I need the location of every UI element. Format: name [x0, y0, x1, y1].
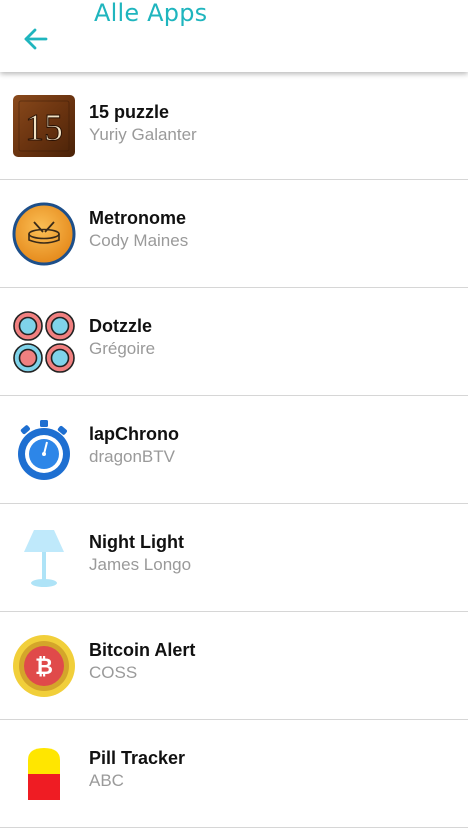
svg-text:₿: ₿ [35, 655, 53, 680]
app-name: lapChrono [89, 424, 179, 444]
app-author: dragonBTV [89, 447, 175, 466]
metronome-drum-icon [12, 202, 76, 265]
app-name: Pill Tracker [89, 748, 186, 768]
app-name: Dotzzle [89, 316, 152, 336]
page-title: Alle Apps [94, 0, 208, 27]
puzzle-15-icon: 15 [13, 94, 75, 157]
list-item[interactable]: 15 15 puzzle Yuriy Galanter [0, 72, 468, 180]
app-name: Bitcoin Alert [89, 640, 196, 660]
app-author: Grégoire [89, 339, 156, 358]
app-author: ABC [89, 771, 124, 790]
pill-icon [28, 747, 60, 800]
list-item[interactable]: Metronome Cody Maines [0, 180, 468, 288]
app-author: Cody Maines [89, 231, 189, 250]
app-author: COSS [89, 663, 138, 682]
list-item[interactable]: ₿ Bitcoin Alert COSS [0, 612, 468, 720]
dotzzle-circles-icon [13, 310, 75, 373]
app-name: 15 puzzle [89, 102, 170, 122]
list-item[interactable]: Pill Tracker ABC [0, 720, 468, 828]
bitcoin-icon: ₿ [13, 634, 75, 697]
list-item[interactable]: Night Light James Longo [0, 504, 468, 612]
app-name: Night Light [89, 532, 184, 552]
svg-text:15: 15 [25, 107, 63, 149]
app-list: 15 15 puzzle Yuriy Galanter Metronome Co… [0, 72, 468, 828]
app-author: James Longo [89, 555, 192, 574]
stopwatch-icon [18, 419, 70, 480]
back-arrow-icon[interactable] [18, 24, 54, 54]
list-item[interactable]: Dotzzle Grégoire [0, 288, 468, 396]
app-author: Yuriy Galanter [89, 125, 197, 144]
app-name: Metronome [89, 208, 187, 228]
app-header: Alle Apps [0, 0, 468, 72]
list-item[interactable]: lapChrono dragonBTV [0, 396, 468, 504]
lamp-icon [24, 529, 64, 587]
